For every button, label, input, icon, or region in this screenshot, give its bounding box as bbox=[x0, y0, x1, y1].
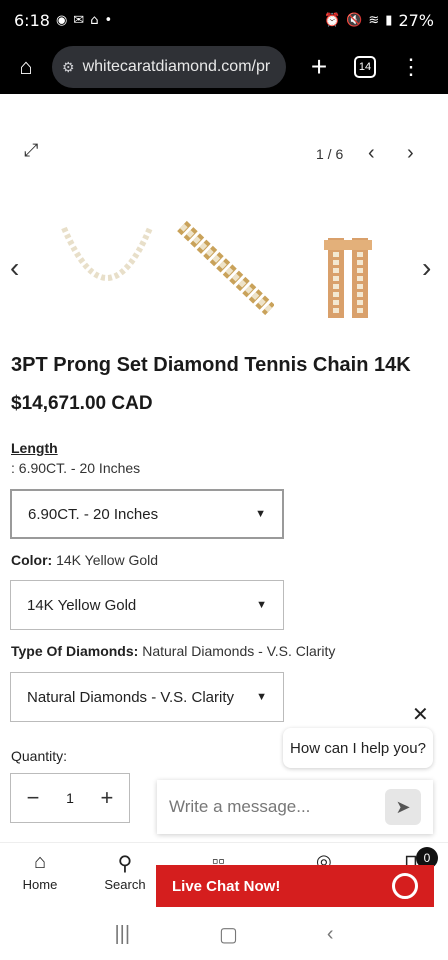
chat-placeholder: Write a message... bbox=[169, 797, 311, 816]
nav-home-label: Home bbox=[22, 877, 58, 892]
diamond-option-label: Type Of Diamonds: Natural Diamonds - V.S… bbox=[11, 643, 335, 659]
recent-apps-icon[interactable]: ||| bbox=[114, 923, 130, 946]
quantity-value[interactable]: 1 bbox=[66, 790, 74, 806]
chat-greeting: How can I help you? bbox=[283, 728, 433, 768]
live-chat-label: Live Chat Now! bbox=[172, 877, 281, 895]
increment-button[interactable]: + bbox=[95, 785, 119, 811]
home-button-icon[interactable]: ▢ bbox=[219, 922, 238, 947]
chat-bubble-icon bbox=[392, 873, 418, 899]
tab-switcher-button[interactable]: 14 bbox=[354, 56, 376, 78]
gallery-next-icon[interactable]: › bbox=[407, 142, 414, 165]
product-title: 3PT Prong Set Diamond Tennis Chain 14K bbox=[11, 354, 411, 376]
thumbnail-necklace[interactable] bbox=[58, 218, 156, 318]
color-value: 14K Yellow Gold bbox=[56, 552, 159, 568]
thumbnail-chain-closeup[interactable] bbox=[176, 218, 274, 318]
length-selected: 6.90CT. - 20 Inches bbox=[28, 505, 159, 523]
color-label: Color: bbox=[11, 552, 53, 568]
search-icon: ⚲ bbox=[117, 853, 133, 875]
chevron-down-icon: ▼ bbox=[256, 691, 267, 703]
new-tab-icon[interactable]: + bbox=[304, 51, 334, 83]
battery-percent: 27% bbox=[398, 10, 434, 30]
alarm-icon: ⏰ bbox=[324, 12, 341, 28]
browser-toolbar: ⌂ ⚙ whitecaratdiamond.com/pr + 14 ⋮ bbox=[0, 40, 448, 94]
expand-icon[interactable]: ⤢ bbox=[24, 140, 38, 161]
length-label: Length bbox=[11, 440, 58, 456]
color-select[interactable]: 14K Yellow Gold ▼ bbox=[10, 580, 284, 630]
nav-search[interactable]: ⚲ Search bbox=[95, 851, 155, 892]
live-chat-button[interactable]: Live Chat Now! bbox=[156, 865, 434, 907]
signal-icon: ▮ bbox=[385, 12, 393, 28]
product-info: 3PT Prong Set Diamond Tennis Chain 14K $… bbox=[11, 354, 441, 415]
system-icons: ⏰ 🔇 ≋ ▮ 27% bbox=[324, 11, 434, 30]
mute-icon: 🔇 bbox=[346, 12, 363, 28]
status-bar: 6:18 ◉ ✉ ⌂ • ⏰ 🔇 ≋ ▮ 27% bbox=[0, 0, 448, 40]
gallery-counter: 1 / 6 bbox=[316, 146, 344, 162]
thumbs-prev-icon[interactable]: ‹ bbox=[10, 252, 19, 284]
color-selected: 14K Yellow Gold bbox=[27, 596, 137, 614]
decrement-button[interactable]: − bbox=[21, 785, 45, 811]
thumbnail-clasp[interactable] bbox=[300, 218, 398, 318]
status-time: 6:18 bbox=[14, 10, 50, 30]
system-navigation: ||| ▢ ‹ bbox=[0, 908, 448, 960]
send-icon[interactable]: ➤ bbox=[385, 789, 421, 825]
nav-search-label: Search bbox=[104, 877, 146, 892]
length-value: : 6.90CT. - 20 Inches bbox=[11, 460, 141, 476]
nav-home[interactable]: ⌂ Home bbox=[10, 851, 70, 892]
notification-icons: ◉ ✉ ⌂ • bbox=[56, 13, 112, 28]
diamond-select[interactable]: Natural Diamonds - V.S. Clarity ▼ bbox=[10, 672, 284, 722]
back-icon[interactable]: ‹ bbox=[327, 923, 334, 946]
mail-icon: ✉ bbox=[73, 12, 85, 28]
color-option-label: Color: 14K Yellow Gold bbox=[11, 552, 158, 568]
length-select[interactable]: 6.90CT. - 20 Inches ▼ bbox=[10, 489, 284, 539]
quantity-label: Quantity: bbox=[11, 748, 68, 764]
more-menu-icon[interactable]: ⋮ bbox=[400, 54, 422, 80]
dot-icon: • bbox=[104, 12, 113, 28]
product-price: $14,671.00 CAD bbox=[11, 393, 153, 414]
site-settings-icon[interactable]: ⚙ bbox=[62, 59, 75, 76]
chevron-down-icon: ▼ bbox=[255, 508, 266, 520]
gallery-prev-icon[interactable]: ‹ bbox=[368, 142, 375, 165]
chat-message-input[interactable]: Write a message... ➤ bbox=[157, 780, 433, 834]
browser-home-icon[interactable]: ⌂ bbox=[12, 54, 40, 80]
messenger-icon: ◉ bbox=[55, 12, 68, 28]
diamond-label: Type Of Diamonds: bbox=[11, 643, 139, 659]
home-icon: ⌂ bbox=[33, 851, 47, 873]
chevron-down-icon: ▼ bbox=[256, 599, 267, 611]
chat-close-icon[interactable]: ✕ bbox=[412, 702, 429, 727]
quantity-stepper: − 1 + bbox=[10, 773, 130, 823]
home-notification-icon: ⌂ bbox=[90, 12, 99, 28]
thumbs-next-icon[interactable]: › bbox=[422, 252, 431, 284]
thumbnail-strip: ‹ › bbox=[0, 214, 448, 324]
address-bar[interactable]: ⚙ whitecaratdiamond.com/pr bbox=[52, 46, 286, 88]
diamond-value: Natural Diamonds - V.S. Clarity bbox=[142, 643, 336, 659]
diamond-selected: Natural Diamonds - V.S. Clarity bbox=[27, 688, 235, 706]
url-text: whitecaratdiamond.com/pr bbox=[82, 58, 271, 75]
gallery-controls: ⤢ 1 / 6 ‹ › bbox=[0, 140, 448, 170]
wifi-icon: ≋ bbox=[368, 12, 380, 28]
